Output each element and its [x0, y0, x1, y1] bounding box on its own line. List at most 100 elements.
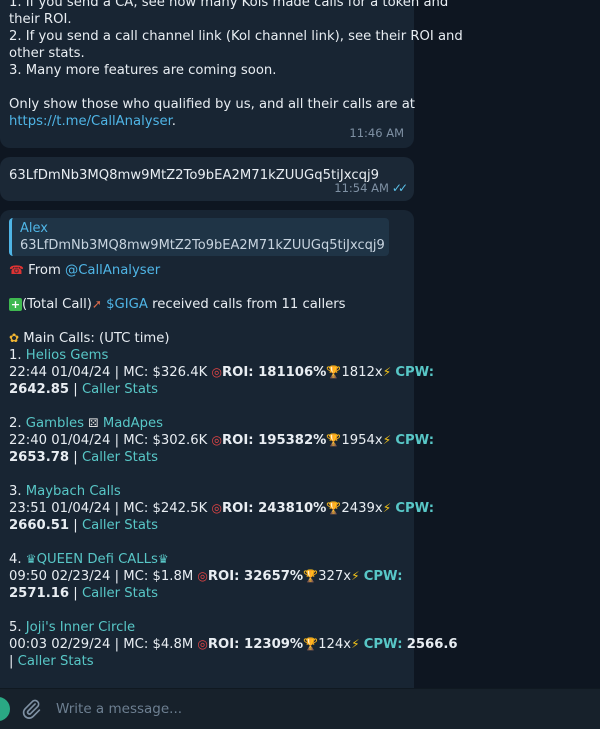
message-composer: [0, 688, 600, 729]
cpw-label: CPW:: [363, 569, 403, 584]
lightning-icon: ⚡: [382, 365, 392, 379]
read-ticks-icon: ✓✓: [391, 181, 408, 195]
caller-stats-link[interactable]: Caller Stats: [82, 586, 158, 601]
caller-stats-link[interactable]: Caller Stats: [82, 450, 158, 465]
call-multiplier: 1954x: [341, 433, 383, 448]
call-index: 2.: [9, 416, 22, 431]
trophy-icon: 🏆: [326, 365, 342, 379]
plus-icon: +: [9, 298, 22, 311]
lightning-icon: ⚡: [351, 637, 360, 651]
separator: |: [73, 518, 78, 533]
message-input[interactable]: [56, 699, 556, 719]
call-item-4: 4. ♛QUEEN Defi CALLs♛: [9, 551, 405, 568]
message-time: 11:46 AM: [349, 126, 404, 140]
call-analyser-link[interactable]: https://t.me/CallAnalyser: [9, 114, 172, 129]
caller-stats-link[interactable]: Caller Stats: [18, 654, 94, 669]
send-button[interactable]: [0, 697, 10, 721]
cpw-value: 2571.16: [9, 586, 70, 601]
reply-quote[interactable]: Alex 63LfDmNb3MQ8mw9MtZ2To9bEA2M71kZUUGq…: [9, 218, 389, 256]
crown-icon: ♛: [157, 552, 169, 566]
total-call-text: received calls from 11 callers: [152, 297, 346, 312]
call-info: 22:44 01/04/24 | MC: $326.4K: [9, 365, 208, 380]
call-item-3: 3. Maybach Calls: [9, 483, 405, 500]
call-roi: ROI: 181106%: [221, 365, 327, 380]
caller-name-link[interactable]: MadApes: [103, 416, 163, 431]
caller-stats-link[interactable]: Caller Stats: [82, 382, 158, 397]
cpw-value: 2660.51: [9, 518, 70, 533]
caller-name-link[interactable]: Helios Gems: [26, 348, 109, 363]
call-index: 5.: [9, 620, 22, 635]
call-item-5: 5. Joji's Inner Circle: [9, 619, 405, 636]
target-icon: ◎: [211, 365, 222, 379]
dice-icon: ⚄: [88, 416, 99, 430]
target-icon: ◎: [211, 433, 222, 447]
total-call-label: (Total Call): [22, 297, 92, 312]
target-icon: ◎: [197, 569, 208, 583]
cpw-value: 2642.85: [9, 382, 70, 397]
intro-line-6: Only show those who qualified by us, and…: [9, 97, 415, 112]
caller-name-link[interactable]: Maybach Calls: [26, 484, 121, 499]
lightning-icon: ⚡: [382, 501, 392, 515]
cpw-value: 2566.6: [406, 637, 458, 652]
call-item-1: 1. Helios Gems: [9, 347, 405, 364]
paperclip-icon[interactable]: [20, 698, 42, 720]
cpw-value: 2653.78: [9, 450, 70, 465]
caller-name-link[interactable]: Joji's Inner Circle: [26, 620, 135, 635]
call-info: 23:51 01/04/24 | MC: $242.5K: [9, 501, 208, 516]
chat-area: 1. If you send a CA, see how many Kols m…: [0, 0, 600, 688]
main-calls-label: Main Calls: (UTC time): [23, 331, 170, 346]
cpw-label: CPW:: [395, 365, 435, 380]
call-info: 09:50 02/23/24 | MC: $1.8M: [9, 569, 194, 584]
call-roi: ROI: 243810%: [221, 501, 327, 516]
caller-name-link[interactable]: QUEEN Defi CALLs: [37, 552, 158, 567]
call-multiplier: 327x: [318, 569, 352, 584]
cpw-label: CPW:: [363, 637, 403, 652]
call-index: 3.: [9, 484, 22, 499]
separator: |: [73, 382, 78, 397]
intro-line-3: 2. If you send a call channel link (Kol …: [9, 29, 463, 44]
incoming-message-analysis: Alex 63LfDmNb3MQ8mw9MtZ2To9bEA2M71kZUUGq…: [0, 210, 458, 688]
call-index: 1.: [9, 348, 22, 363]
crown-icon: ♛: [25, 552, 37, 566]
call-roi: ROI: 195382%: [221, 433, 327, 448]
separator: |: [73, 586, 78, 601]
intro-line-1: 1. If you send a CA, see how many Kols m…: [9, 0, 449, 10]
target-icon: ◎: [211, 501, 222, 515]
separator: |: [9, 654, 14, 669]
sent-time: 11:54 AM: [334, 181, 389, 195]
intro-line-2: their ROI.: [9, 12, 72, 27]
call-item-2: 2. Gambles ⚄ MadApes: [9, 415, 405, 432]
telephone-icon: ☎: [9, 263, 24, 277]
intro-line-5: 3. Many more features are coming soon.: [9, 63, 277, 78]
message-time: 11:54 AM ✓✓: [334, 180, 408, 197]
separator: |: [73, 450, 78, 465]
caller-stats-link[interactable]: Caller Stats: [82, 518, 158, 533]
incoming-message-intro: 1. If you send a CA, see how many Kols m…: [0, 0, 463, 148]
call-info: 00:03 02/29/24 | MC: $4.8M: [9, 637, 194, 652]
intro-period: .: [171, 114, 176, 129]
intro-line-4: other stats.: [9, 46, 85, 61]
call-multiplier: 1812x: [341, 365, 383, 380]
from-link[interactable]: @CallAnalyser: [65, 263, 160, 278]
call-index: 4.: [9, 552, 22, 567]
call-roi: ROI: 12309%: [207, 637, 304, 652]
lightning-icon: ⚡: [351, 569, 360, 583]
outgoing-message-ca: 63LfDmNb3MQ8mw9MtZ2To9bEA2M71kZUUGq5tiJx…: [0, 157, 414, 201]
trophy-icon: 🏆: [303, 569, 319, 583]
reply-quoted-text: 63LfDmNb3MQ8mw9MtZ2To9bEA2M71kZUUGq5tiJx…: [20, 238, 385, 253]
flower-icon: ✿: [9, 331, 20, 345]
from-label: From: [28, 263, 61, 278]
lightning-icon: ⚡: [382, 433, 392, 447]
call-roi: ROI: 32657%: [207, 569, 304, 584]
trophy-icon: 🏆: [326, 433, 342, 447]
call-info: 22:40 01/04/24 | MC: $302.6K: [9, 433, 208, 448]
cpw-label: CPW:: [395, 433, 435, 448]
trophy-icon: 🏆: [303, 637, 319, 651]
call-multiplier: 2439x: [341, 501, 383, 516]
target-icon: ◎: [197, 637, 208, 651]
call-multiplier: 124x: [318, 637, 352, 652]
caller-name-link[interactable]: Gambles: [26, 416, 84, 431]
rocket-icon: ➚: [91, 297, 102, 311]
token-tag[interactable]: $GIGA: [106, 297, 148, 312]
reply-author: Alex: [20, 221, 48, 236]
